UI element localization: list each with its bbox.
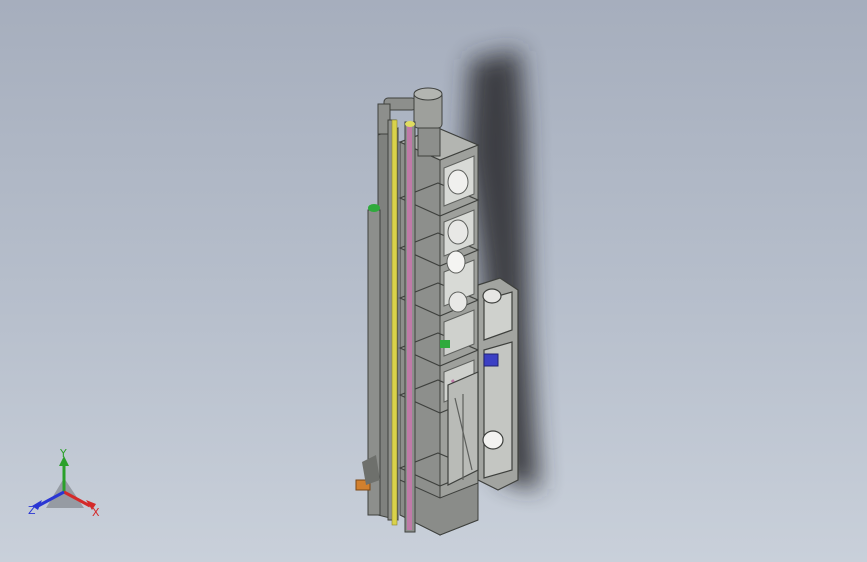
z-axis-label: Z	[28, 504, 36, 517]
tower-plant-model[interactable]	[0, 0, 867, 562]
axis-triad: Y X Z	[28, 448, 100, 519]
x-axis-label: X	[92, 506, 100, 519]
graphics-viewport[interactable]: Y X Z	[0, 0, 867, 562]
y-axis-label: Y	[59, 448, 67, 460]
